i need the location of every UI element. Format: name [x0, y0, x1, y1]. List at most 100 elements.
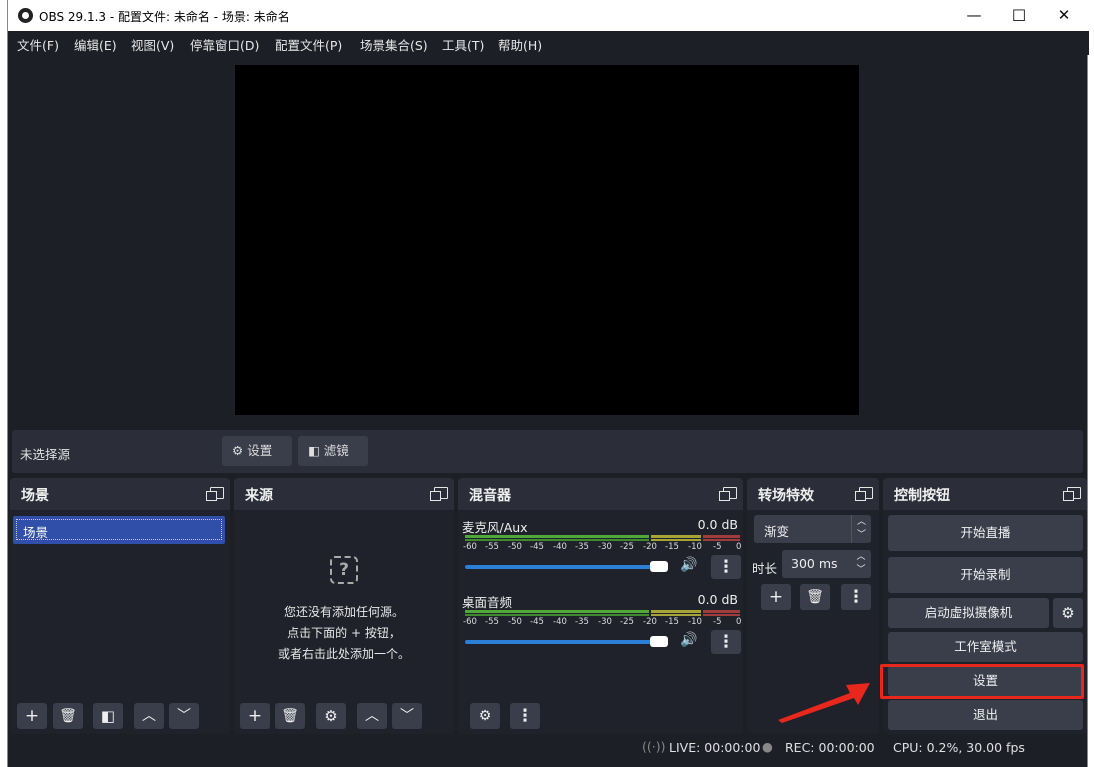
advanced-audio-gear-icon[interactable]: ⚙ — [470, 703, 500, 729]
delete-icon[interactable]: 🗑 — [800, 584, 830, 610]
more-options-icon[interactable]: ⋮ — [841, 584, 871, 610]
exit-button[interactable]: 退出 — [888, 700, 1083, 730]
more-options-icon[interactable]: ⋮ — [510, 703, 540, 729]
scale-tick: -35 — [575, 617, 589, 627]
scale-tick: -5 — [713, 617, 722, 627]
close-button[interactable]: ✕ — [1041, 0, 1087, 31]
record-icon: ● — [762, 739, 773, 754]
menu-file[interactable]: 文件(F) — [17, 35, 59, 54]
gear-icon[interactable]: ⚙ — [316, 703, 346, 729]
meter-scale: -60 -55 -50 -45 -40 -35 -30 -25 -20 -15 … — [463, 542, 743, 552]
more-options-icon[interactable]: ⋮ — [711, 555, 741, 579]
menu-view[interactable]: 视图(V) — [131, 35, 174, 54]
scale-tick: -45 — [530, 542, 544, 552]
move-up-icon[interactable]: ︿ — [357, 703, 387, 729]
filter-icon[interactable]: ◧ — [93, 703, 123, 729]
source-filters-button[interactable]: ◧ 滤镜 — [298, 436, 368, 466]
channel-name: 桌面音频 — [462, 595, 513, 610]
sources-list[interactable]: ? 您还没有添加任何源。 点击下面的 + 按钮， 或者右击此处添加一个。 — [234, 510, 454, 734]
speaker-icon[interactable]: 🔊 — [680, 632, 697, 648]
controls-title: 控制按钮 — [883, 478, 1087, 510]
add-source-button[interactable]: + — [240, 703, 270, 729]
volume-slider[interactable] — [465, 636, 668, 647]
studio-mode-button[interactable]: 工作室模式 — [888, 632, 1083, 662]
scale-tick: -30 — [598, 617, 612, 627]
duration-spinbox[interactable]: 300 ms ︿ ﹀ — [782, 550, 871, 578]
sources-empty-line3: 或者右击此处添加一个。 — [277, 647, 410, 661]
undock-icon[interactable] — [206, 487, 224, 501]
title-bar: OBS 29.1.3 - 配置文件: 未命名 - 场景: 未命名 — ☐ ✕ — [8, 0, 1089, 31]
updown-icon: ︿ ﹀ — [856, 552, 866, 575]
transition-selected-value: 渐变 — [764, 524, 790, 539]
slider-handle[interactable] — [650, 561, 668, 572]
no-signal-icon: ((·)) — [642, 739, 666, 754]
scene-item-label: 场景 — [16, 519, 222, 540]
delete-icon[interactable]: 🗑 — [275, 703, 305, 729]
undock-icon[interactable] — [855, 487, 873, 501]
scale-tick: -60 — [463, 542, 477, 552]
scale-tick: -30 — [598, 542, 612, 552]
start-stream-button[interactable]: 开始直播 — [888, 515, 1083, 551]
duration-label: 时长 — [752, 561, 778, 576]
scene-list-item[interactable]: 场景 — [13, 516, 225, 544]
slider-handle[interactable] — [650, 636, 668, 647]
filter-icon: ◧ — [308, 443, 320, 458]
window-title: OBS 29.1.3 - 配置文件: 未命名 - 场景: 未命名 — [39, 10, 290, 24]
scale-tick: -15 — [665, 542, 679, 552]
obs-window: OBS 29.1.3 - 配置文件: 未命名 - 场景: 未命名 — ☐ ✕ 文… — [7, 0, 1089, 767]
rec-status: REC: 00:00:00 — [785, 740, 875, 755]
start-virtual-camera-button[interactable]: 启动虚拟摄像机 — [888, 598, 1049, 628]
duration-value: 300 ms — [791, 556, 838, 571]
scale-tick: -55 — [485, 542, 499, 552]
menu-docks[interactable]: 停靠窗口(D) — [190, 35, 259, 54]
volume-slider[interactable] — [465, 561, 668, 572]
scale-tick: -10 — [688, 542, 702, 552]
meter-scale: -60 -55 -50 -45 -40 -35 -30 -25 -20 -15 … — [463, 617, 743, 627]
scale-tick: -50 — [508, 542, 522, 552]
scale-tick: 0 — [736, 617, 742, 627]
status-bar: ((·)) LIVE: 00:00:00 ● REC: 00:00:00 CPU… — [8, 737, 1089, 761]
preview-canvas[interactable] — [235, 65, 859, 415]
updown-icon: ︿ ﹀ — [851, 515, 871, 543]
speaker-icon[interactable]: 🔊 — [680, 557, 697, 573]
source-filters-label: 滤镜 — [323, 443, 349, 458]
mixer-title: 混音器 — [458, 478, 743, 510]
menu-bar: 文件(F) 编辑(E) 视图(V) 停靠窗口(D) 配置文件(P) 场景集合(S… — [8, 31, 1089, 55]
more-options-icon[interactable]: ⋮ — [711, 630, 741, 654]
maximize-button[interactable]: ☐ — [996, 0, 1042, 31]
move-down-icon[interactable]: ﹀ — [169, 703, 199, 729]
minimize-button[interactable]: — — [951, 0, 997, 31]
undock-icon[interactable] — [430, 487, 448, 501]
gear-icon: ⚙ — [232, 443, 244, 458]
menu-profile[interactable]: 配置文件(P) — [275, 35, 342, 54]
start-record-button[interactable]: 开始录制 — [888, 557, 1083, 593]
scale-tick: -25 — [620, 542, 634, 552]
menu-tools[interactable]: 工具(T) — [442, 35, 484, 54]
scenes-dock: 场景 场景 + 🗑 ◧ ︿ ﹀ — [10, 478, 230, 734]
undock-icon[interactable] — [1063, 487, 1081, 501]
cpu-status: CPU: 0.2%, 30.00 fps — [893, 740, 1025, 755]
move-up-icon[interactable]: ︿ — [134, 703, 164, 729]
menu-edit[interactable]: 编辑(E) — [74, 35, 117, 54]
scale-tick: -10 — [688, 617, 702, 627]
add-transition-button[interactable]: + — [761, 584, 791, 610]
gear-icon[interactable]: ⚙ — [1053, 598, 1083, 628]
menu-scene-collection[interactable]: 场景集合(S) — [360, 35, 428, 54]
add-scene-button[interactable]: + — [17, 703, 47, 729]
delete-icon[interactable]: 🗑 — [53, 703, 83, 729]
scale-tick: -60 — [463, 617, 477, 627]
no-source-label: 未选择源 — [20, 447, 71, 462]
sources-title: 来源 — [234, 478, 454, 510]
obs-logo-icon — [18, 8, 33, 23]
sources-empty-line1: 您还没有添加任何源。 — [283, 605, 404, 619]
volume-meter — [465, 610, 740, 616]
scale-tick: -50 — [508, 617, 522, 627]
undock-icon[interactable] — [719, 487, 737, 501]
move-down-icon[interactable]: ﹀ — [392, 703, 422, 729]
menu-help[interactable]: 帮助(H) — [498, 35, 542, 54]
scale-tick: -5 — [713, 542, 722, 552]
source-settings-button[interactable]: ⚙ 设置 — [222, 436, 292, 466]
scale-tick: -35 — [575, 542, 589, 552]
transition-select[interactable]: 渐变 ︿ ﹀ — [754, 515, 871, 543]
scale-tick: -20 — [643, 542, 657, 552]
